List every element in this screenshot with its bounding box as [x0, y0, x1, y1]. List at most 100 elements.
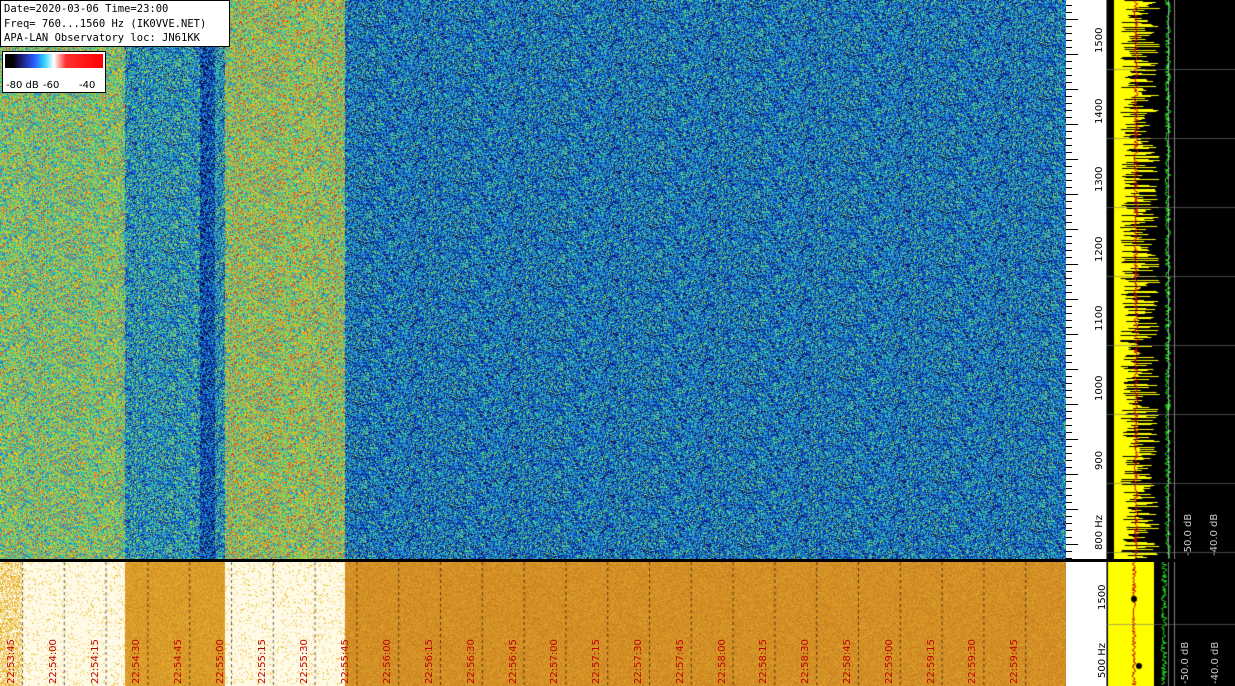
- frequency-tick-mark: [1066, 201, 1072, 202]
- frequency-tick-mark: [1066, 523, 1072, 524]
- time-axis-label: 22:55:15: [256, 639, 268, 684]
- time-axis-label: 22:59:30: [967, 639, 979, 684]
- frequency-tick-mark: [1066, 5, 1072, 6]
- frequency-tick-mark: [1066, 47, 1072, 48]
- frequency-tick-mark: [1066, 334, 1078, 335]
- time-axis-label: 22:57:00: [549, 639, 561, 684]
- frequency-tick-mark: [1066, 264, 1078, 265]
- frequency-tick-mark: [1066, 159, 1078, 160]
- time-axis-label: 22:55:30: [298, 639, 310, 684]
- time-axis-label: 22:59:15: [925, 639, 937, 684]
- frequency-axis: [1066, 0, 1106, 560]
- time-axis-label: 22:58:00: [716, 639, 728, 684]
- time-axis-label: 22:57:15: [591, 639, 603, 684]
- frequency-tick-mark: [1066, 341, 1072, 342]
- frequency-tick-label: 1500: [1094, 27, 1105, 53]
- date-time-text: Date=2020-03-06 Time=23:00: [4, 3, 169, 15]
- frequency-tick-mark: [1066, 194, 1078, 195]
- frequency-tick-mark: [1066, 54, 1078, 55]
- frequency-tick-label: 1500: [1097, 584, 1108, 610]
- frequency-tick-mark: [1066, 271, 1072, 272]
- time-axis-label: 22:56:00: [382, 639, 394, 684]
- frequency-tick-mark: [1066, 404, 1078, 405]
- frequency-tick-mark: [1066, 222, 1072, 223]
- frequency-tick-label: 1300: [1094, 166, 1105, 192]
- frequency-tick-mark: [1066, 110, 1072, 111]
- frequency-tick-mark: [1066, 474, 1078, 475]
- frequency-tick-label: 1200: [1094, 236, 1105, 262]
- frequency-tick-mark: [1066, 362, 1072, 363]
- frequency-tick-mark: [1066, 152, 1072, 153]
- frequency-tick-mark: [1066, 173, 1072, 174]
- db-scale-label: -50.0 dB: [1183, 513, 1194, 556]
- frequency-tick-mark: [1066, 145, 1072, 146]
- frequency-tick-mark: [1066, 369, 1078, 370]
- time-axis-label: 22:54:45: [173, 639, 185, 684]
- frequency-tick-mark: [1066, 138, 1072, 139]
- frequency-tick-mark: [1066, 306, 1072, 307]
- frequency-tick-mark: [1066, 481, 1072, 482]
- frequency-tick-mark: [1066, 96, 1072, 97]
- legend-max-label: -40: [79, 80, 96, 91]
- color-scale-legend: -80 dB -60 -40: [2, 51, 106, 93]
- db-scale-label: -50.0 dB: [1180, 641, 1191, 684]
- frequency-tick-mark: [1066, 131, 1072, 132]
- frequency-tick-mark: [1066, 320, 1072, 321]
- frequency-tick-mark: [1066, 187, 1072, 188]
- frequency-tick-mark: [1066, 12, 1072, 13]
- frequency-tick-mark: [1066, 103, 1072, 104]
- frequency-tick-mark: [1066, 544, 1078, 545]
- frequency-tick-mark: [1066, 229, 1078, 230]
- spectrum-trace-panel: [1106, 0, 1235, 559]
- frequency-tick-mark: [1066, 348, 1072, 349]
- frequency-tick-mark: [1066, 432, 1072, 433]
- frequency-tick-mark: [1066, 537, 1072, 538]
- time-axis-label: 22:59:00: [883, 639, 895, 684]
- time-axis-label: 22:56:30: [465, 639, 477, 684]
- frequency-tick-mark: [1066, 390, 1072, 391]
- frequency-tick-mark: [1066, 439, 1078, 440]
- frequency-tick-mark: [1066, 495, 1072, 496]
- frequency-tick-mark: [1066, 61, 1072, 62]
- frequency-tick-mark: [1066, 299, 1078, 300]
- frequency-tick-mark: [1066, 75, 1072, 76]
- frequency-tick-mark: [1066, 166, 1072, 167]
- frequency-tick-mark: [1066, 460, 1072, 461]
- frequency-tick-label: 900: [1094, 450, 1105, 470]
- db-scale-label: -40.0 dB: [1209, 513, 1220, 556]
- spectrogram-waterfall: [0, 0, 1066, 559]
- frequency-tick-mark: [1066, 516, 1072, 517]
- frequency-tick-mark: [1066, 411, 1072, 412]
- frequency-tick-mark: [1066, 68, 1072, 69]
- frequency-tick-mark: [1066, 418, 1072, 419]
- frequency-tick-label: 800 Hz: [1094, 514, 1105, 550]
- time-axis-label: 22:58:30: [800, 639, 812, 684]
- frequency-tick-mark: [1066, 509, 1078, 510]
- frequency-tick-mark: [1066, 243, 1072, 244]
- legend-min-label: -80 dB: [6, 80, 39, 91]
- frequency-tick-mark: [1066, 257, 1072, 258]
- time-axis-label: 22:56:45: [507, 639, 519, 684]
- info-header: Date=2020-03-06 Time=23:00 Freq= 760...1…: [0, 0, 230, 47]
- frequency-tick-mark: [1066, 278, 1072, 279]
- frequency-tick-label: 1400: [1094, 98, 1105, 124]
- color-scale-bar: [5, 54, 103, 68]
- legend-mid-label: -60: [43, 80, 60, 91]
- frequency-tick-label: 1000: [1094, 375, 1105, 401]
- spectrogram-viewer: Date=2020-03-06 Time=23:00 Freq= 760...1…: [0, 0, 1235, 686]
- time-axis-label: 22:55:00: [215, 639, 226, 684]
- frequency-tick-mark: [1066, 327, 1072, 328]
- frequency-tick-mark: [1066, 446, 1072, 447]
- time-axis-label: 22:54:15: [89, 639, 101, 684]
- time-axis-label: 22:54:30: [131, 639, 143, 684]
- frequency-tick-mark: [1066, 551, 1072, 552]
- frequency-tick-mark: [1066, 33, 1072, 34]
- db-scale-label: -40.0 dB: [1210, 641, 1221, 684]
- time-axis-label: 22:55:45: [340, 639, 352, 684]
- frequency-tick-mark: [1066, 82, 1072, 83]
- frequency-tick-mark: [1066, 26, 1072, 27]
- frequency-tick-mark: [1066, 208, 1072, 209]
- frequency-tick-label: 500 Hz: [1097, 642, 1108, 678]
- frequency-tick-mark: [1066, 124, 1078, 125]
- time-axis-label: 22:58:45: [842, 639, 853, 684]
